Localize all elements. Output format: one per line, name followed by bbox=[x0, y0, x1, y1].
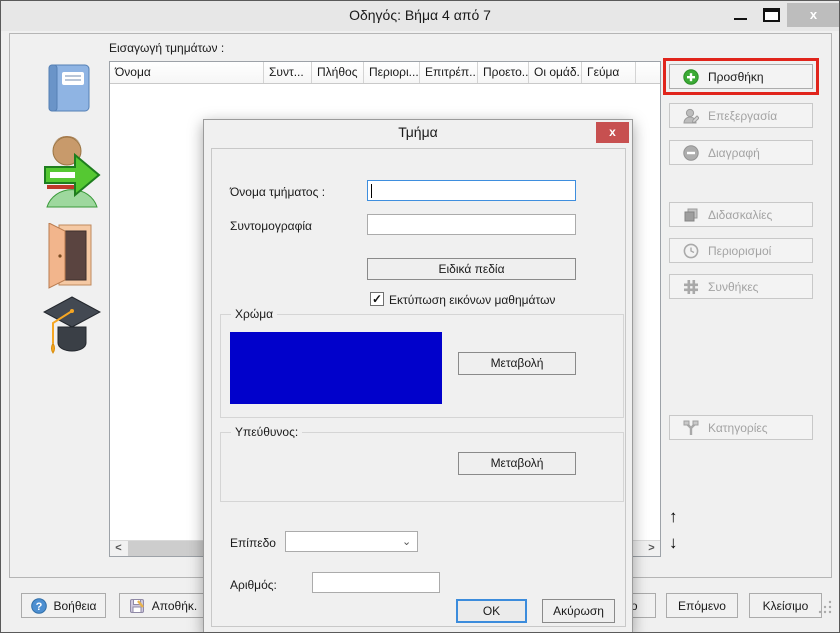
maximize-icon[interactable] bbox=[763, 8, 780, 22]
text-caret bbox=[371, 184, 372, 198]
column-header-restrictions[interactable]: Περιορι... bbox=[364, 62, 420, 83]
table-label: Εισαγωγή τμημάτων : bbox=[109, 41, 224, 55]
lessons-button[interactable]: Διδασκαλίες bbox=[669, 202, 813, 227]
graduation-cap-icon bbox=[43, 293, 101, 363]
department-dialog: Τμήμα x Όνομα τμήματος : Συντομογραφία Ε… bbox=[203, 119, 633, 633]
number-label: Αριθμός: bbox=[230, 578, 277, 592]
column-header-abbr[interactable]: Συντ... bbox=[264, 62, 312, 83]
save-icon bbox=[129, 598, 145, 614]
change-color-button[interactable]: Μεταβολή bbox=[458, 352, 576, 375]
svg-text:?: ? bbox=[35, 601, 42, 613]
department-name-input[interactable] bbox=[367, 180, 576, 201]
lessons-button-label: Διδασκαλίες bbox=[708, 208, 772, 222]
import-person-icon bbox=[41, 131, 101, 209]
categories-button[interactable]: Κατηγορίες bbox=[669, 415, 813, 440]
resize-grip[interactable] bbox=[818, 600, 832, 614]
save-button-label: Αποθήκ. bbox=[152, 599, 197, 613]
color-swatch bbox=[230, 332, 442, 404]
level-label: Επίπεδο bbox=[230, 536, 276, 550]
help-button-label: Βοήθεια bbox=[54, 599, 97, 613]
help-button[interactable]: ? Βοήθεια bbox=[21, 593, 106, 618]
move-down-icon[interactable]: ↓ bbox=[669, 532, 691, 554]
special-fields-button[interactable]: Ειδικά πεδία bbox=[367, 258, 576, 280]
dialog-title: Τμήμα bbox=[204, 124, 632, 140]
cancel-button[interactable]: Ακύρωση bbox=[542, 599, 615, 623]
chevron-down-icon: ⌄ bbox=[402, 538, 411, 547]
plus-circle-icon bbox=[683, 69, 699, 85]
filter-icon bbox=[683, 420, 699, 436]
manager-group-label: Υπεύθυνος: bbox=[231, 425, 302, 439]
delete-button[interactable]: Διαγραφή bbox=[669, 140, 813, 165]
scroll-left-icon[interactable]: < bbox=[110, 541, 127, 556]
column-header-filler bbox=[636, 62, 660, 83]
name-label: Όνομα τμήματος : bbox=[230, 185, 325, 199]
wizard-window: Οδηγός: Βήμα 4 από 7 x Εισαγωγή τμημάτων… bbox=[0, 0, 840, 633]
add-button[interactable]: Προσθήκη bbox=[669, 64, 813, 89]
dialog-title-bar[interactable]: Τμήμα x bbox=[204, 120, 632, 146]
scroll-right-icon[interactable]: > bbox=[643, 541, 660, 556]
column-header-allowed[interactable]: Επιτρέπ... bbox=[420, 62, 478, 83]
window-title: Οδηγός: Βήμα 4 από 7 bbox=[1, 7, 839, 23]
number-input[interactable] bbox=[312, 572, 440, 593]
categories-button-label: Κατηγορίες bbox=[708, 421, 768, 435]
ok-button[interactable]: OK bbox=[456, 599, 527, 623]
column-header-name[interactable]: Όνομα bbox=[110, 62, 264, 83]
change-manager-button[interactable]: Μεταβολή bbox=[458, 452, 576, 475]
clock-icon bbox=[683, 243, 699, 259]
lessons-icon bbox=[683, 207, 699, 223]
minimize-icon[interactable] bbox=[734, 18, 747, 20]
book-icon bbox=[47, 63, 91, 113]
abbreviation-input[interactable] bbox=[367, 214, 576, 235]
minus-circle-icon bbox=[683, 145, 699, 161]
close-button[interactable]: Κλείσιμο bbox=[749, 593, 822, 618]
move-up-icon[interactable]: ↑ bbox=[669, 506, 691, 528]
close-window-button[interactable]: x bbox=[787, 3, 840, 27]
print-images-checkbox[interactable]: ✓ bbox=[370, 292, 384, 306]
table-header-row: Όνομα Συντ... Πλήθος Περιορι... Επιτρέπ.… bbox=[110, 62, 660, 84]
save-button[interactable]: Αποθήκ. bbox=[119, 593, 207, 618]
abbreviation-label: Συντομογραφία bbox=[230, 219, 312, 233]
edit-button-label: Επεξεργασία bbox=[708, 109, 777, 123]
print-images-label[interactable]: Εκτύπωση εικόνων μαθημάτων bbox=[389, 293, 555, 307]
level-dropdown[interactable]: ⌄ bbox=[285, 531, 418, 552]
title-bar[interactable]: Οδηγός: Βήμα 4 από 7 x bbox=[1, 1, 839, 31]
edit-person-icon bbox=[683, 108, 699, 124]
delete-button-label: Διαγραφή bbox=[708, 146, 760, 160]
add-button-label: Προσθήκη bbox=[708, 70, 764, 84]
next-button-label: Επόμενο bbox=[678, 599, 726, 613]
close-button-label: Κλείσιμο bbox=[763, 599, 809, 613]
column-header-preparation[interactable]: Προετο... bbox=[478, 62, 529, 83]
dialog-close-button[interactable]: x bbox=[596, 122, 629, 143]
grid-icon bbox=[683, 279, 699, 295]
column-header-groups[interactable]: Οι ομάδ... bbox=[529, 62, 582, 83]
column-header-meal[interactable]: Γεύμα bbox=[582, 62, 636, 83]
restrictions-button[interactable]: Περιορισμοί bbox=[669, 238, 813, 263]
door-icon bbox=[47, 223, 93, 289]
help-icon: ? bbox=[31, 598, 47, 614]
column-header-count[interactable]: Πλήθος bbox=[312, 62, 364, 83]
conditions-button[interactable]: Συνθήκες bbox=[669, 274, 813, 299]
restrictions-button-label: Περιορισμοί bbox=[708, 244, 771, 258]
conditions-button-label: Συνθήκες bbox=[708, 280, 758, 294]
next-button[interactable]: Επόμενο bbox=[666, 593, 738, 618]
edit-button[interactable]: Επεξεργασία bbox=[669, 103, 813, 128]
color-group-label: Χρώμα bbox=[231, 307, 277, 321]
